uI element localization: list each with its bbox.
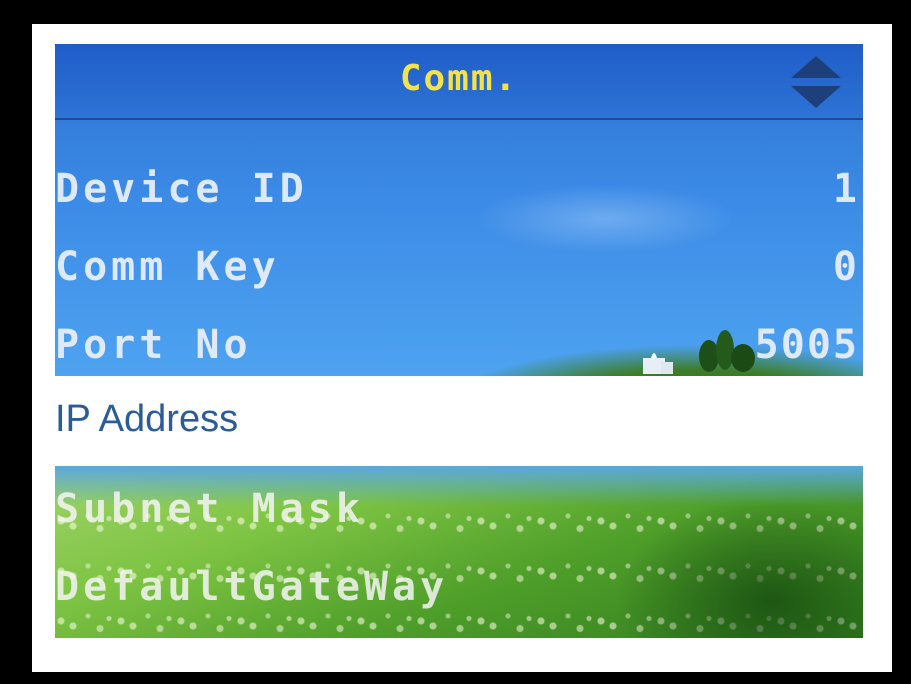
menu-item-comm-key[interactable]: Comm Key 0 bbox=[55, 230, 863, 304]
sky-background: Comm. Device ID 1 Comm Key 0 Port No 500… bbox=[55, 44, 863, 376]
device-screen: Comm. Device ID 1 Comm Key 0 Port No 500… bbox=[55, 44, 863, 638]
up-down-arrows-icon[interactable] bbox=[787, 52, 845, 112]
menu-item-port-no[interactable]: Port No 5005 bbox=[55, 308, 863, 376]
menu-item-label: Subnet Mask bbox=[55, 486, 364, 532]
menu-item-ip-address[interactable]: IP Address bbox=[55, 376, 863, 466]
menu-item-label-selected: IP Address bbox=[55, 398, 239, 440]
menu-item-default-gateway[interactable]: DefaultGateWay bbox=[55, 550, 863, 624]
title-bar: Comm. bbox=[55, 44, 863, 120]
menu-item-label: Port No bbox=[55, 322, 252, 368]
menu-item-value: 0 bbox=[832, 244, 859, 290]
menu-item-label: Device ID bbox=[55, 166, 308, 212]
menu-item-value: 1 bbox=[832, 166, 859, 212]
menu-item-label: Comm Key bbox=[55, 244, 280, 290]
menu-item-device-id[interactable]: Device ID 1 bbox=[55, 152, 863, 226]
screen-title: Comm. bbox=[399, 58, 519, 99]
menu-item-subnet-mask[interactable]: Subnet Mask bbox=[55, 472, 863, 546]
menu-item-label: DefaultGateWay bbox=[55, 564, 449, 610]
meadow-background: Subnet Mask DefaultGateWay bbox=[55, 466, 863, 638]
menu-item-value: 5005 bbox=[754, 322, 859, 368]
